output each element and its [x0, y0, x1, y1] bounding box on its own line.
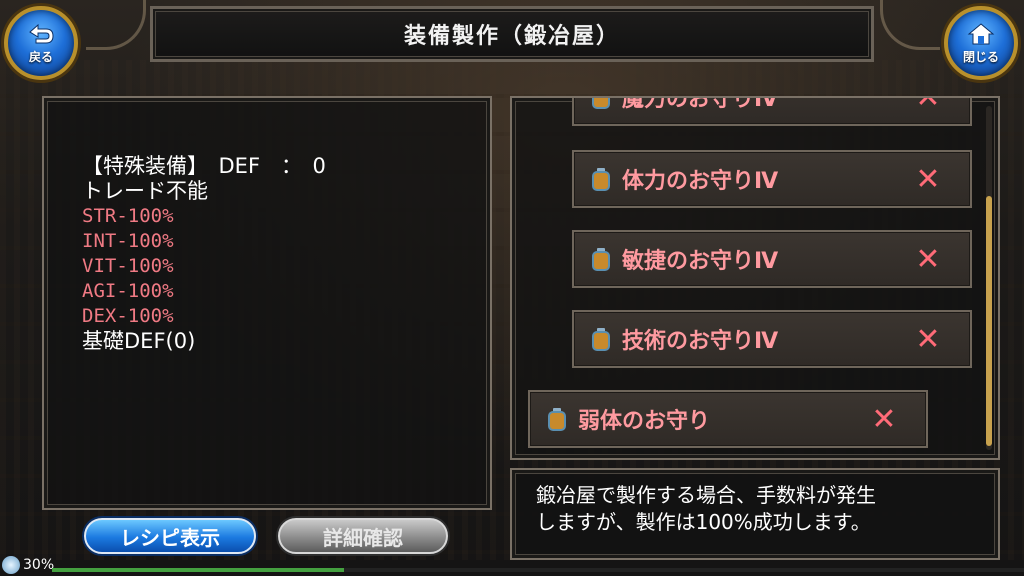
- back-arrow-icon: [29, 23, 54, 43]
- stat-block: 【特殊装備】 DEF ： 0 トレード不能 STR-100% INT-100% …: [82, 154, 326, 354]
- status-percent: 30%: [23, 557, 55, 573]
- progress-fill: [52, 568, 344, 572]
- remove-icon[interactable]: ✕: [908, 162, 948, 197]
- back-label: 戻る: [28, 49, 53, 64]
- material-name: 技術のお守りⅣ: [622, 329, 779, 354]
- page-header: 装備製作（鍛冶屋）: [150, 6, 874, 62]
- material-item[interactable]: 技術のお守りⅣ ✕: [572, 310, 972, 368]
- penalty-agi: AGI-100%: [82, 280, 174, 302]
- charm-icon: [548, 408, 566, 431]
- material-item[interactable]: 体力のお守りⅣ ✕: [572, 150, 972, 208]
- page-title: 装備製作（鍛冶屋）: [403, 24, 620, 49]
- remove-icon[interactable]: ✕: [908, 98, 948, 115]
- material-item[interactable]: 弱体のお守り ✕: [528, 390, 928, 448]
- view-details-button[interactable]: 詳細確認: [278, 518, 448, 554]
- show-recipe-button[interactable]: レシピ表示: [84, 518, 256, 554]
- trade-restriction: トレード不能: [82, 179, 208, 203]
- penalty-dex: DEX-100%: [82, 305, 174, 327]
- progress-bar: [52, 568, 1024, 572]
- close-button[interactable]: 閉じる: [944, 6, 1018, 80]
- corner-ornament-right: [880, 0, 940, 50]
- penalty-str: STR-100%: [82, 205, 174, 227]
- charm-icon: [592, 168, 610, 191]
- orb-icon: [2, 556, 20, 574]
- scrollbar-thumb[interactable]: [986, 196, 992, 446]
- material-name: 敏捷のお守りⅣ: [622, 249, 779, 274]
- equipment-type-def: 【特殊装備】 DEF ： 0: [82, 154, 326, 178]
- remove-icon[interactable]: ✕: [864, 402, 904, 437]
- materials-scrollbar[interactable]: [986, 106, 992, 450]
- materials-list-panel: 魔力のお守りⅣ ✕ 体力のお守りⅣ ✕ 敏捷のお守りⅣ ✕ 技術のお守りⅣ ✕ …: [510, 96, 1000, 460]
- remove-icon[interactable]: ✕: [908, 322, 948, 357]
- fee-message-panel: 鍛冶屋で製作する場合、手数料が発生 しますが、製作は100%成功します。: [510, 468, 1000, 560]
- material-name: 弱体のお守り: [578, 409, 711, 434]
- close-label: 閉じる: [962, 49, 999, 64]
- material-item[interactable]: 魔力のお守りⅣ ✕: [572, 96, 972, 126]
- message-line-2: しますが、製作は100%成功します。: [536, 510, 871, 534]
- material-name: 魔力のお守りⅣ: [622, 96, 779, 112]
- material-name: 体力のお守りⅣ: [622, 169, 779, 194]
- back-button[interactable]: 戻る: [4, 6, 78, 80]
- base-def: 基礎DEF(0): [82, 329, 196, 353]
- remove-icon[interactable]: ✕: [908, 242, 948, 277]
- home-icon: [967, 22, 995, 44]
- charm-icon: [592, 248, 610, 271]
- status-indicator: 30%: [2, 556, 54, 574]
- penalty-int: INT-100%: [82, 230, 174, 252]
- charm-icon: [592, 98, 610, 109]
- penalty-vit: VIT-100%: [82, 255, 174, 277]
- equipment-detail-panel: 【特殊装備】 DEF ： 0 トレード不能 STR-100% INT-100% …: [42, 96, 492, 510]
- message-line-1: 鍛冶屋で製作する場合、手数料が発生: [536, 483, 876, 507]
- charm-icon: [592, 328, 610, 351]
- material-item[interactable]: 敏捷のお守りⅣ ✕: [572, 230, 972, 288]
- corner-ornament-left: [86, 0, 146, 50]
